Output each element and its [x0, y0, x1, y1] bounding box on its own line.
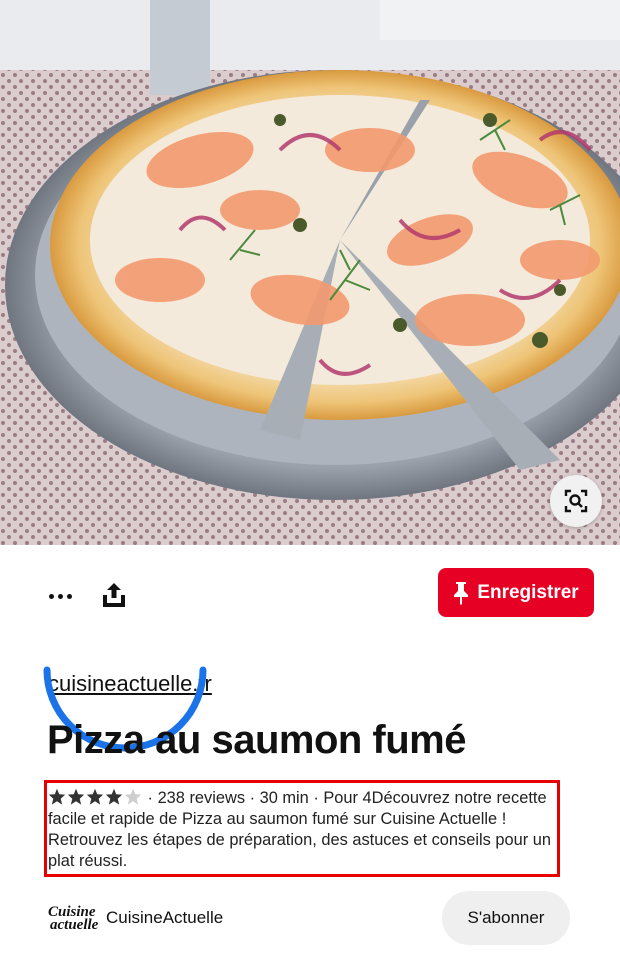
creator-avatar[interactable]: Cuisine actuelle	[48, 897, 98, 941]
star-filled-icon	[48, 788, 66, 805]
pin-image[interactable]	[0, 0, 620, 545]
creator-name[interactable]: CuisineActuelle	[106, 908, 223, 928]
star-empty-icon	[124, 788, 142, 805]
pin-description: · 238 reviews · 30 min · Pour 4Découvrez…	[48, 788, 558, 872]
share-upload-icon	[103, 583, 125, 607]
follow-button[interactable]: S'abonner	[442, 891, 570, 945]
pizza-photo	[0, 0, 620, 545]
creator-logo-line2: actuelle	[50, 917, 99, 933]
visual-search-button[interactable]	[550, 475, 602, 527]
star-filled-icon	[105, 788, 123, 805]
more-horizontal-icon	[48, 593, 54, 599]
pin-icon	[454, 581, 469, 605]
visual-search-icon	[564, 489, 588, 513]
rating-stars	[48, 788, 143, 805]
more-options-button[interactable]	[42, 578, 78, 614]
pin-title: Pizza au saumon fumé	[47, 718, 466, 762]
share-button[interactable]	[96, 576, 132, 614]
source-link[interactable]: cuisineactuelle.fr	[48, 671, 212, 697]
star-filled-icon	[86, 788, 104, 805]
star-filled-icon	[67, 788, 85, 805]
save-button[interactable]: Enregistrer	[438, 568, 594, 617]
save-button-label: Enregistrer	[477, 581, 579, 603]
